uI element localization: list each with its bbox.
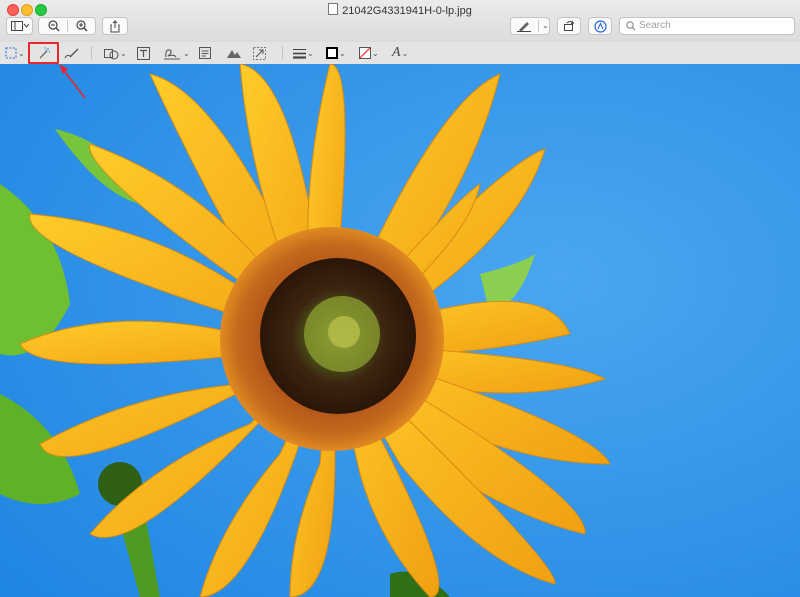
rotate-button[interactable]	[557, 17, 581, 35]
rectangular-selection-tool[interactable]: ⌄	[5, 45, 25, 61]
sketch-icon	[64, 48, 79, 58]
shape-style-icon	[293, 48, 306, 59]
fill-color-icon	[359, 47, 371, 59]
adjust-size-tool[interactable]	[253, 45, 266, 61]
zoom-out-icon	[47, 20, 59, 32]
border-color-icon	[326, 47, 338, 59]
search-field[interactable]: Search	[619, 17, 795, 35]
share-icon	[110, 19, 120, 32]
text-tool[interactable]	[137, 45, 150, 61]
highlight-box	[28, 42, 59, 64]
pen-icon	[517, 22, 531, 32]
rotate-icon	[564, 20, 575, 31]
markup-icon	[593, 19, 607, 33]
zoom-in-button[interactable]	[68, 18, 96, 34]
chevron-down-icon: ⌄	[183, 48, 190, 58]
note-tool[interactable]	[199, 45, 211, 61]
chevron-down-icon: ⌄	[307, 48, 314, 58]
text-style-icon: A	[392, 45, 401, 60]
annotate-button[interactable]	[588, 17, 612, 35]
border-color-tool[interactable]: ⌄	[326, 45, 346, 61]
toolbar: 21042G4331941H-0-lp.jpg ⌄ Search	[0, 0, 800, 43]
shapes-tool[interactable]: ⌄	[104, 45, 127, 61]
search-icon	[626, 21, 636, 31]
adjust-size-icon	[253, 46, 266, 60]
chevron-down-icon: ⌄	[339, 48, 346, 58]
zoom-out-button[interactable]	[39, 18, 68, 34]
shapes-icon	[104, 48, 119, 59]
note-icon	[199, 47, 211, 59]
sunflower-image	[0, 64, 800, 597]
chevron-down-icon: ⌄	[372, 48, 379, 58]
chevron-down-icon: ⌄	[401, 48, 409, 58]
preview-window: 21042G4331941H-0-lp.jpg ⌄ Search ⌄ ⌄ ⌄ ⌄…	[0, 0, 800, 597]
adjust-color-icon	[227, 50, 241, 58]
markup-toolbar: ⌄ ⌄ ⌄ ⌄ ⌄ ⌄ A ⌄	[0, 42, 800, 65]
sidebar-button[interactable]	[6, 17, 33, 35]
text-icon	[137, 46, 150, 60]
rectangular-selection-icon	[5, 47, 17, 59]
share-button[interactable]	[102, 17, 128, 35]
adjust-color-tool[interactable]	[226, 45, 242, 61]
text-style-tool[interactable]: A ⌄	[392, 45, 408, 61]
chevron-down-icon: ⌄	[120, 48, 127, 58]
markup-pen-button[interactable]: ⌄	[510, 17, 550, 35]
shape-style-tool[interactable]: ⌄	[293, 45, 314, 61]
image-canvas[interactable]	[0, 64, 800, 597]
search-placeholder: Search	[639, 20, 671, 31]
zoom-segmented-control	[38, 17, 96, 35]
sign-tool[interactable]: ⌄	[164, 45, 190, 61]
chevron-down-icon: ⌄	[18, 48, 25, 58]
window-title: 21042G4331941H-0-lp.jpg	[0, 3, 800, 17]
sketch-tool[interactable]	[64, 45, 80, 61]
sign-icon	[164, 48, 180, 59]
document-icon	[328, 3, 339, 15]
chevron-down-icon: ⌄	[542, 21, 549, 30]
sidebar-icon	[10, 21, 29, 31]
fill-color-tool[interactable]: ⌄	[359, 45, 379, 61]
zoom-in-icon	[76, 20, 88, 32]
window-title-text: 21042G4331941H-0-lp.jpg	[342, 5, 472, 17]
